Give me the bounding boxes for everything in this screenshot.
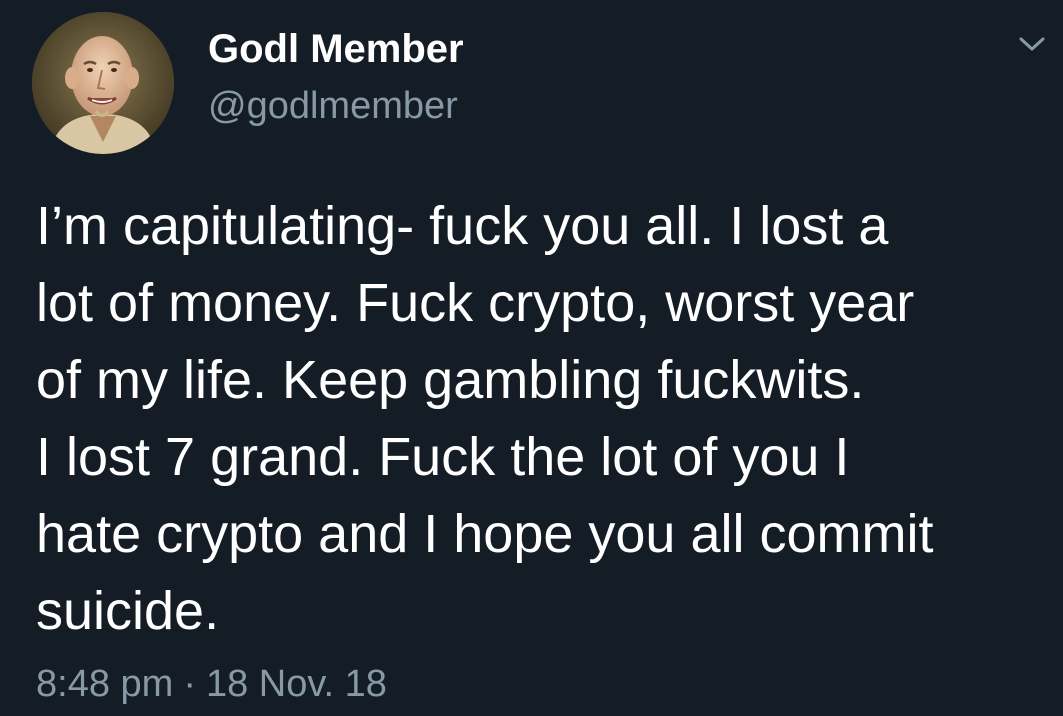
tweet-text-line: hate crypto and I hope you all commit [36,504,934,564]
avatar-image [32,12,174,154]
tweet-text: I’m capitulating- fuck you all. I lost a… [36,188,1046,650]
tweet-text-line: I’m capitulating- fuck you all. I lost a [36,196,889,256]
avatar[interactable] [32,12,174,154]
tweet-text-line: I lost 7 grand. Fuck the lot of you I [36,427,850,487]
tweet-text-line: of my life. Keep gambling fuckwits. [36,350,865,410]
chevron-down-icon[interactable] [1015,30,1049,58]
user-handle[interactable]: @godlmember [208,84,458,128]
display-name[interactable]: Godl Member [208,27,464,71]
tweet-timestamp[interactable]: 8:48 pm · 18 Nov. 18 [36,662,387,706]
tweet-card: Godl Member @godlmember I’m capitulating… [0,0,1063,716]
tweet-date: 18 Nov. 18 [205,663,387,705]
tweet-text-line: lot of money. Fuck crypto, worst year [36,273,915,333]
tweet-text-line: suicide. [36,581,220,641]
tweet-time: 8:48 pm [36,663,174,705]
meta-separator: · [183,663,196,705]
